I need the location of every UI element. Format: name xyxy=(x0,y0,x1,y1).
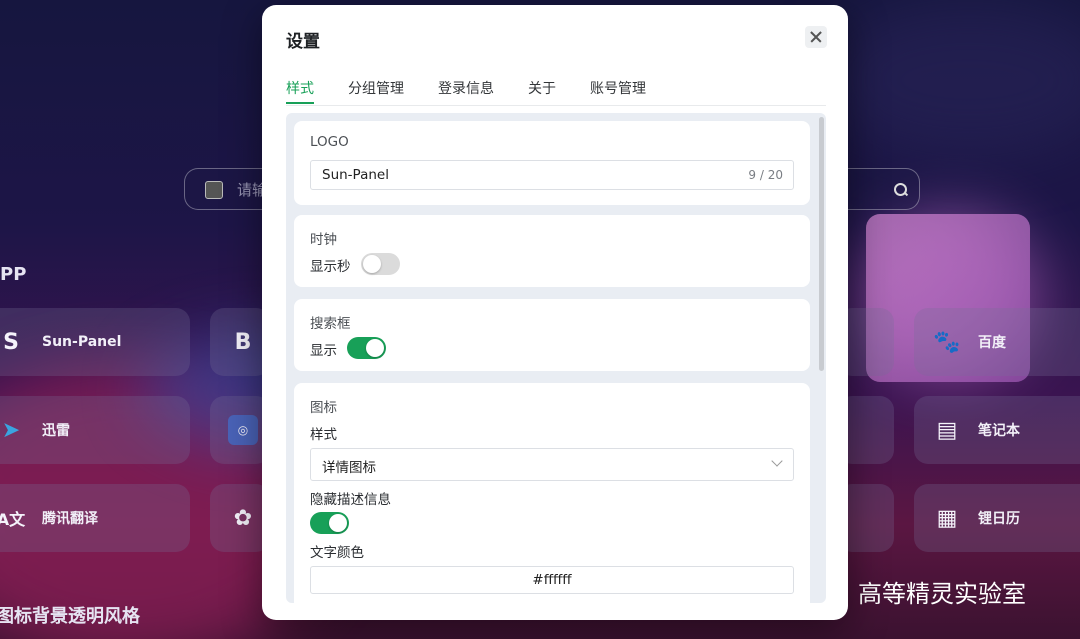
logo-input-value: Sun-Panel xyxy=(322,167,389,183)
app-card-tencent-translate[interactable]: A文 腾讯翻译 xyxy=(0,484,190,552)
app-label: 百度 xyxy=(978,335,1006,351)
translate-icon: A文 xyxy=(0,510,26,529)
icon-section: 图标 样式 详情图标 隐藏描述信息 文字颜色 #ffffff xyxy=(294,383,810,603)
logo-input[interactable]: Sun-Panel 9 / 20 xyxy=(310,160,794,190)
icon-style-select[interactable]: 详情图标 xyxy=(310,448,794,481)
search-icon[interactable] xyxy=(894,183,907,196)
tab-account-management[interactable]: 账号管理 xyxy=(590,78,646,98)
section-title: 搜索框 xyxy=(310,316,351,332)
toggle-knob xyxy=(363,255,381,273)
app-card-notebook[interactable]: ▤ 笔记本 xyxy=(914,396,1080,464)
app-card-baidu[interactable]: 🐾 百度 xyxy=(914,308,1080,376)
show-seconds-toggle[interactable] xyxy=(361,253,400,275)
tab-bar: 样式 分组管理 登录信息 关于 账号管理 xyxy=(286,77,826,106)
show-search-label: 显示 xyxy=(310,343,337,359)
app-card-blogger[interactable]: B xyxy=(210,308,270,376)
app-card-xunlei[interactable]: ➤ 迅雷 xyxy=(0,396,190,464)
toggle-knob xyxy=(329,514,347,532)
calendar-icon: ▦ xyxy=(936,505,958,531)
icon-style-label: 样式 xyxy=(310,427,337,443)
group-title-2: 图标背景透明风格 xyxy=(0,606,140,627)
app-label: 笔记本 xyxy=(978,423,1020,439)
section-title: 时钟 xyxy=(310,232,337,248)
watermark-text: 高等精灵实验室 xyxy=(858,580,1026,608)
toggle-knob xyxy=(366,339,384,357)
app-card-openai[interactable]: ✿ xyxy=(210,484,270,552)
char-count: 9 / 20 xyxy=(748,168,783,182)
hide-description-toggle[interactable] xyxy=(310,512,349,534)
openai-icon: ✿ xyxy=(233,505,253,531)
tab-group-management[interactable]: 分组管理 xyxy=(348,78,404,98)
icon-style-value: 详情图标 xyxy=(322,460,376,476)
blogger-icon: B xyxy=(234,329,252,355)
xunlei-bird-icon: ➤ xyxy=(1,417,21,443)
hide-description-label: 隐藏描述信息 xyxy=(310,492,391,508)
show-search-toggle[interactable] xyxy=(347,337,386,359)
tab-active-indicator xyxy=(286,102,314,104)
settings-scroll-pane[interactable]: LOGO Sun-Panel 9 / 20 时钟 显示秒 搜索框 显示 图标 样… xyxy=(286,113,826,603)
text-color-value: #ffffff xyxy=(532,572,572,588)
search-box-section: 搜索框 显示 xyxy=(294,299,810,371)
chevron-down-icon xyxy=(771,455,783,467)
app-label: 腾讯翻译 xyxy=(42,511,98,527)
bg-blob xyxy=(820,0,1080,160)
app-card-openwrt[interactable]: ◎ xyxy=(210,396,270,464)
openwrt-icon: ◎ xyxy=(228,415,258,445)
group-title: PP xyxy=(0,264,27,285)
baidu-paw-icon: 🐾 xyxy=(933,329,961,355)
app-card-calendar[interactable]: ▦ 锂日历 xyxy=(914,484,1080,552)
settings-modal: 设置 样式 分组管理 登录信息 关于 账号管理 LOGO Sun-Panel 9… xyxy=(262,5,848,620)
text-color-label: 文字颜色 xyxy=(310,545,364,561)
tab-about[interactable]: 关于 xyxy=(528,78,556,98)
show-seconds-label: 显示秒 xyxy=(310,259,351,275)
scrollbar[interactable] xyxy=(819,117,824,371)
text-color-picker[interactable]: #ffffff xyxy=(310,566,794,594)
app-label: 锂日历 xyxy=(978,511,1020,527)
logo-section: LOGO Sun-Panel 9 / 20 xyxy=(294,121,810,205)
app-card-sun-panel[interactable]: S Sun-Panel xyxy=(0,308,190,376)
modal-title: 设置 xyxy=(286,32,320,52)
app-label: 迅雷 xyxy=(42,423,70,439)
tab-style[interactable]: 样式 xyxy=(286,78,314,98)
notebook-icon: ▤ xyxy=(936,417,958,443)
clock-section: 时钟 显示秒 xyxy=(294,215,810,287)
section-title: LOGO xyxy=(310,134,349,150)
app-label: Sun-Panel xyxy=(42,334,122,350)
search-engine-icon[interactable] xyxy=(205,181,223,199)
section-title: 图标 xyxy=(310,400,337,416)
sun-panel-logo-icon: S xyxy=(3,329,19,355)
tab-login-info[interactable]: 登录信息 xyxy=(438,78,494,98)
close-icon[interactable] xyxy=(805,26,827,48)
